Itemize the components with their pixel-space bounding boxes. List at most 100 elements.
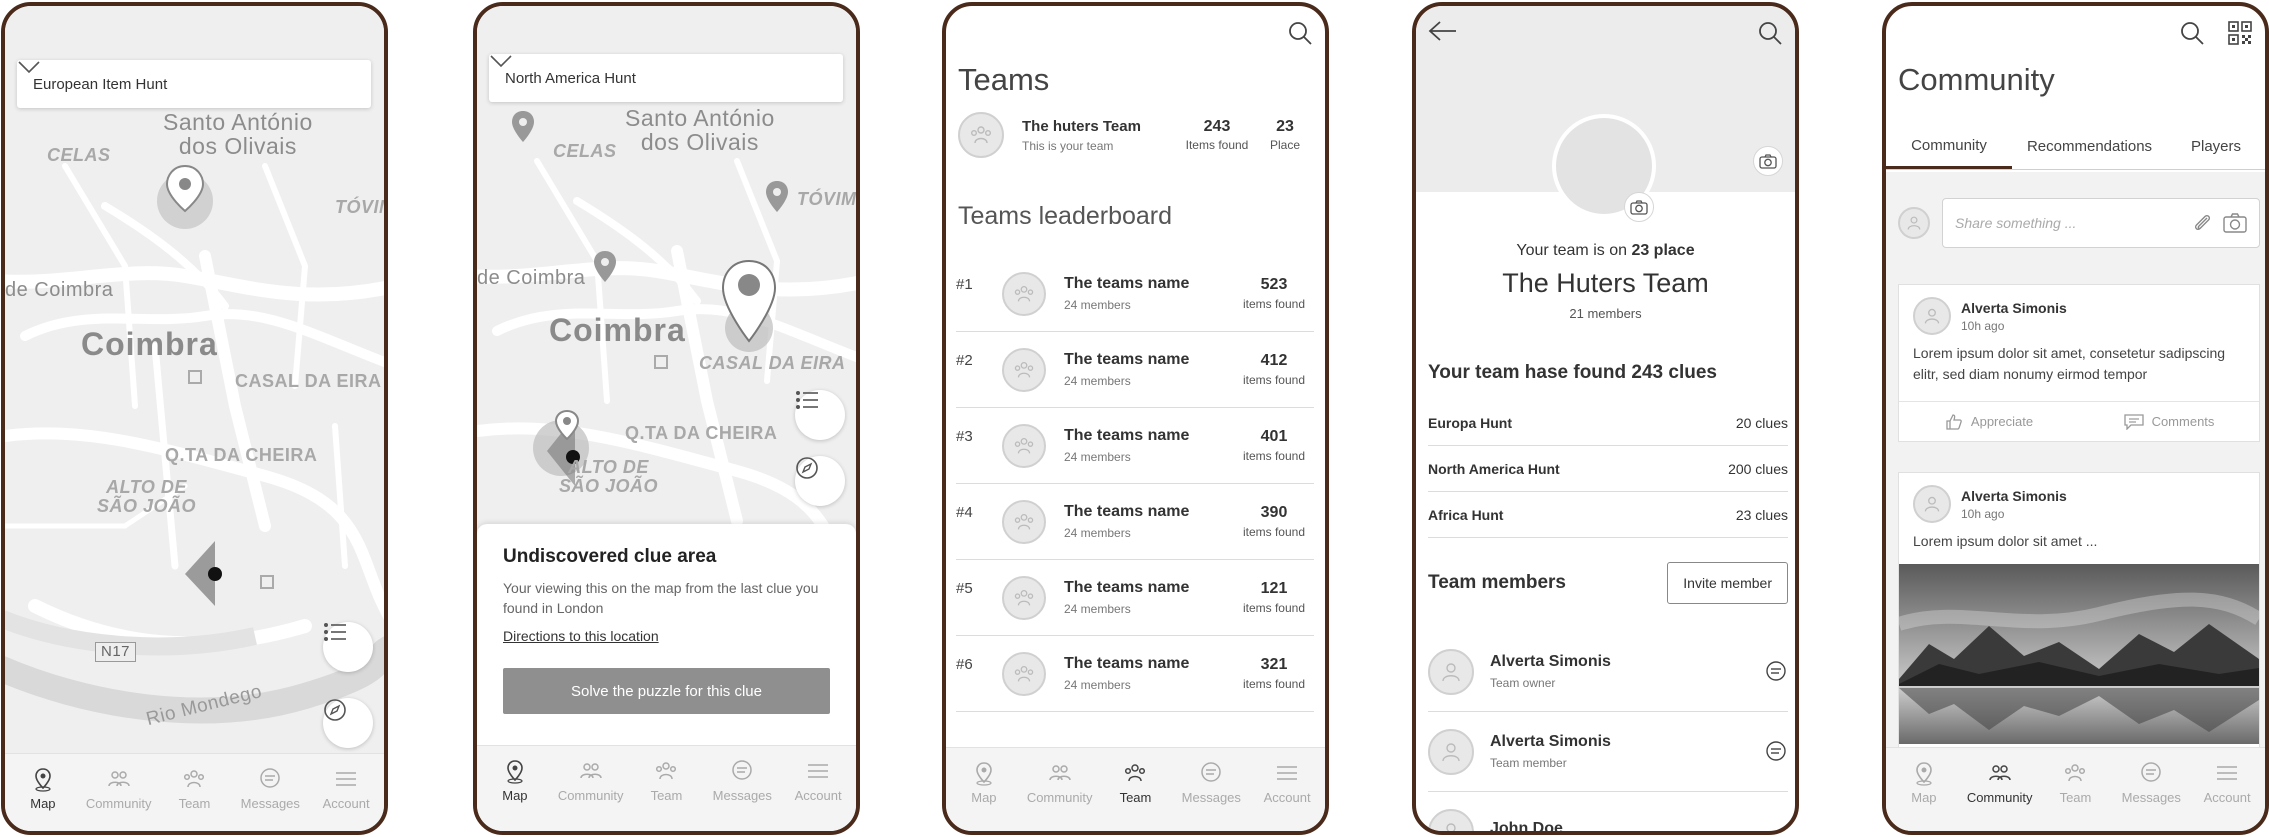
leaderboard-row[interactable]: #4 The teams name 24 members 390 items fou…	[956, 484, 1314, 560]
tab-players[interactable]: Players	[2167, 124, 2265, 169]
compass-button[interactable]	[323, 698, 373, 748]
share-input-placeholder: Share something ...	[1955, 215, 2077, 231]
nav-account[interactable]: Account	[1252, 760, 1322, 805]
change-avatar-button[interactable]	[1624, 192, 1654, 222]
nav-community[interactable]: Community	[1025, 760, 1095, 805]
list-view-button[interactable]	[795, 390, 845, 440]
nav-community[interactable]: Community	[84, 766, 154, 811]
member-row[interactable]: John Doe	[1428, 792, 1788, 835]
feed-post: Alverta Simonis 10h ago Lorem ipsum dolor…	[1898, 284, 2260, 442]
search-icon[interactable]	[1287, 20, 1313, 46]
change-cover-button[interactable]	[1753, 146, 1783, 176]
rank: #2	[956, 352, 973, 369]
post-landscape-image[interactable]	[1899, 564, 2259, 744]
paperclip-icon[interactable]	[2191, 212, 2213, 234]
invite-member-button[interactable]: Invite member	[1667, 562, 1788, 604]
team-icon	[971, 126, 992, 144]
messages-icon	[1201, 762, 1222, 782]
nav-map[interactable]: Map	[8, 766, 78, 811]
nav-account-label: Account	[1263, 790, 1311, 805]
chevron-down-icon	[490, 55, 512, 68]
hunt-name: Europa Hunt	[1428, 414, 1512, 431]
clue-row[interactable]: Europa Hunt 20 clues	[1428, 400, 1788, 446]
search-icon[interactable]	[2179, 20, 2205, 46]
leaderboard-row[interactable]: #5 The teams name 24 members 121 items fou…	[956, 560, 1314, 636]
nav-community-label: Community	[1966, 790, 2033, 805]
clue-row[interactable]: North America Hunt 200 clues	[1428, 446, 1788, 492]
team-icon	[1014, 361, 1034, 378]
solve-puzzle-button[interactable]: Solve the puzzle for this clue	[503, 668, 830, 714]
team-avatar	[1002, 423, 1046, 468]
items-label: items found	[1242, 449, 1306, 463]
my-team-summary[interactable]: The huters Team This is your team 243 It…	[958, 112, 1313, 158]
nav-account[interactable]: Account	[311, 766, 381, 811]
hunt-select[interactable]: North America Hunt	[489, 54, 843, 102]
rank: #4	[956, 504, 973, 521]
tab-community[interactable]: Community	[1886, 124, 2012, 169]
team-members: 24 members	[1064, 602, 1131, 616]
member-name: Alverta Simonis	[1490, 653, 1611, 670]
hunt-select[interactable]: European Item Hunt	[17, 60, 371, 108]
team-name: The teams name	[1064, 579, 1190, 596]
search-icon[interactable]	[1757, 20, 1783, 46]
team-name: The teams name	[1064, 655, 1190, 672]
directions-link[interactable]: Directions to this location	[503, 628, 830, 644]
nav-community[interactable]: Community	[556, 758, 626, 803]
hunt-name: Africa Hunt	[1428, 506, 1504, 523]
map-label-alto-sao-joao: ALTO DE SÃO JOÃO	[559, 457, 659, 496]
list-view-button[interactable]	[323, 622, 373, 672]
member-row[interactable]: Alverta Simonis Team owner	[1428, 632, 1788, 712]
community-icon	[1048, 765, 1071, 781]
nav-messages[interactable]: Messages	[2116, 760, 2186, 805]
map-label-santo-antonio: Santo António dos Olivais	[625, 105, 775, 156]
member-row[interactable]: Alverta Simonis Team member	[1428, 712, 1788, 792]
share-input[interactable]: Share something ...	[1942, 198, 2260, 248]
tab-recommendations[interactable]: Recommendations	[2012, 124, 2167, 169]
nav-community[interactable]: Community	[1965, 760, 2035, 805]
nav-team[interactable]: Team	[2040, 760, 2110, 805]
nav-messages[interactable]: Messages	[707, 758, 777, 803]
nav-team[interactable]: Team	[1100, 760, 1170, 805]
leaderboard-row[interactable]: #2 The teams name 24 members 412 items fou…	[956, 332, 1314, 408]
nav-team[interactable]: Team	[631, 758, 701, 803]
team-icon	[184, 770, 205, 788]
compass-button[interactable]	[795, 456, 845, 506]
comment-icon	[2123, 413, 2144, 430]
leaderboard-row[interactable]: #6 The teams name 24 members 321 items fou…	[956, 636, 1314, 712]
avatar	[1428, 808, 1474, 831]
back-arrow-icon[interactable]	[1428, 20, 1458, 42]
community-icon	[107, 771, 130, 787]
nav-map[interactable]: Map	[1889, 760, 1959, 805]
screen-team-profile: Your team is on 23 place The Huters Team…	[1412, 2, 1799, 835]
nav-team[interactable]: Team	[159, 766, 229, 811]
nav-messages[interactable]: Messages	[1176, 760, 1246, 805]
comments-button[interactable]: Comments	[2079, 402, 2259, 441]
appreciate-button[interactable]: Appreciate	[1899, 402, 2079, 441]
messages-icon	[732, 760, 753, 780]
rank: #1	[956, 276, 973, 293]
nav-account[interactable]: Account	[2192, 760, 2262, 805]
member-name: John Doe	[1490, 820, 1563, 835]
map-label-santo-antonio: Santo António dos Olivais	[163, 109, 313, 160]
my-team-sub: This is your team	[1022, 138, 1114, 153]
menu-icon	[336, 772, 357, 786]
items-value: 121	[1260, 580, 1288, 597]
map-view[interactable]: Santo António dos Olivais CELAS TÓVIM de…	[5, 6, 384, 758]
nav-account-label: Account	[2203, 790, 2251, 805]
team-avatar	[1002, 347, 1046, 392]
leaderboard-row[interactable]: #1 The teams name 24 members 523 items fou…	[956, 256, 1314, 332]
nav-map[interactable]: Map	[480, 758, 550, 803]
community-icon	[579, 763, 602, 779]
chat-bubble-icon[interactable]	[1764, 660, 1788, 684]
place-stat: 23 Place	[1257, 118, 1313, 152]
chat-bubble-icon[interactable]	[1764, 740, 1788, 764]
leaderboard-row[interactable]: #3 The teams name 24 members 401 items fou…	[956, 408, 1314, 484]
clue-row[interactable]: Africa Hunt 23 clues	[1428, 492, 1788, 538]
qr-code-icon[interactable]	[2227, 20, 2253, 46]
list-icon	[323, 622, 346, 642]
camera-icon[interactable]	[2223, 212, 2247, 234]
map-label-coimbra: Coimbra	[549, 312, 686, 348]
nav-messages[interactable]: Messages	[235, 766, 305, 811]
nav-account[interactable]: Account	[783, 758, 853, 803]
nav-map[interactable]: Map	[949, 760, 1019, 805]
